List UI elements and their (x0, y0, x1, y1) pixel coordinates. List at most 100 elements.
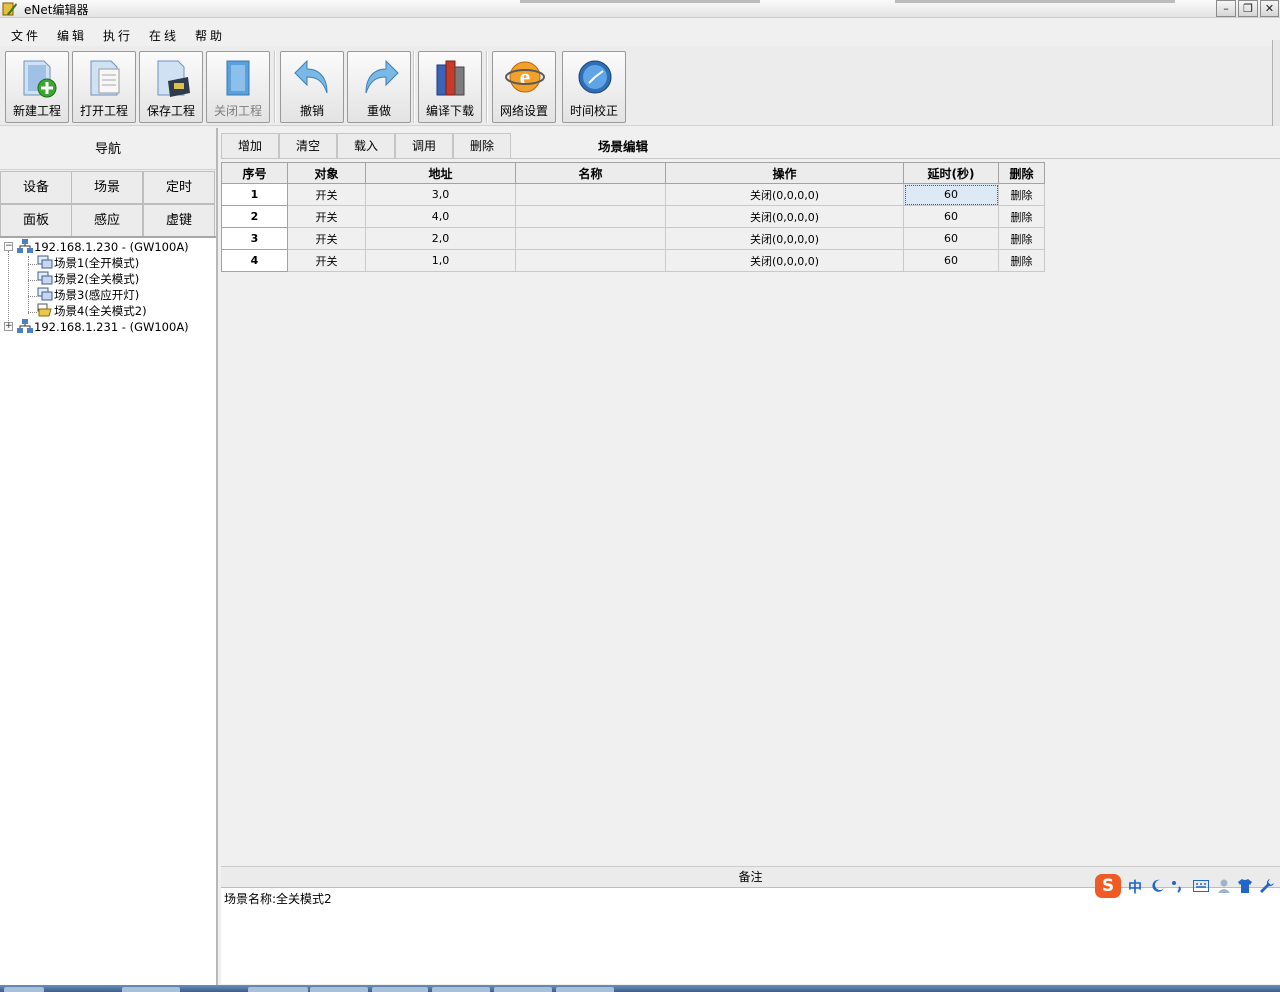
menu-help[interactable]: 帮助 (195, 27, 225, 44)
punctuation-icon[interactable] (1171, 879, 1183, 893)
delete-row-cell[interactable]: 删除 (998, 227, 1045, 250)
restore-button[interactable]: ❐ (1238, 0, 1258, 17)
minimize-button[interactable]: – (1216, 0, 1236, 17)
column-header[interactable]: 操作 (665, 162, 904, 184)
nav-panels-button[interactable]: 面板 (0, 204, 72, 237)
new-project-label: 新建工程 (12, 104, 61, 118)
compile-download-button[interactable]: 编译下载 (418, 51, 482, 123)
nav-devices-button[interactable]: 设备 (0, 171, 72, 204)
scene-icon (37, 271, 53, 285)
sogou-logo-icon[interactable]: S (1095, 874, 1121, 898)
address-cell[interactable]: 2,0 (365, 227, 516, 250)
wrench-icon[interactable] (1259, 878, 1275, 894)
moon-icon[interactable] (1151, 879, 1165, 893)
delete-row-cell[interactable]: 删除 (998, 205, 1045, 228)
name-cell[interactable] (515, 205, 666, 228)
nav-sensors-button[interactable]: 感应 (71, 204, 143, 237)
delay-cell[interactable]: 60 (903, 227, 999, 250)
save-project-label: 保存工程 (146, 104, 195, 118)
row-index[interactable]: 2 (221, 205, 288, 228)
address-cell[interactable]: 1,0 (365, 249, 516, 272)
shirt-icon[interactable] (1237, 878, 1253, 894)
operation-cell[interactable]: 关闭(0,0,0,0) (665, 249, 904, 272)
keyboard-icon[interactable] (1193, 880, 1209, 892)
time-calibrate-button[interactable]: 时间校正 (562, 51, 626, 123)
ime-mode[interactable]: 中 (1128, 877, 1142, 897)
row-index[interactable]: 4 (221, 249, 288, 272)
address-cell[interactable]: 4,0 (365, 205, 516, 228)
open-project-button[interactable]: 打开工程 (72, 51, 136, 123)
column-header[interactable]: 对象 (287, 162, 366, 184)
clear-button[interactable]: 清空 (279, 133, 337, 159)
menu-online[interactable]: 在线 (149, 27, 179, 44)
start-button[interactable] (4, 987, 44, 992)
delay-cell[interactable]: 60 (903, 183, 999, 206)
nav-scenes-button[interactable]: 场景 (71, 171, 143, 204)
object-cell[interactable]: 开关 (287, 205, 366, 228)
new-project-icon (23, 60, 57, 98)
table-row[interactable]: 3 开关 2,0 关闭(0,0,0,0) 60 删除 (221, 227, 1045, 250)
delay-cell[interactable]: 60 (903, 249, 999, 272)
taskbar-item[interactable] (494, 987, 552, 992)
object-cell[interactable]: 开关 (287, 183, 366, 206)
close-button[interactable]: ✕ (1260, 0, 1279, 17)
table-row[interactable]: 2 开关 4,0 关闭(0,0,0,0) 60 删除 (221, 205, 1045, 228)
title-highlight (895, 0, 1175, 3)
row-index[interactable]: 3 (221, 227, 288, 250)
delay-cell[interactable]: 60 (903, 205, 999, 228)
tree-scene-node[interactable]: 场景3(感应开灯) (37, 287, 139, 303)
object-cell[interactable]: 开关 (287, 249, 366, 272)
undo-button[interactable]: 撤销 (280, 51, 344, 123)
nav-timers-button[interactable]: 定时 (143, 171, 215, 204)
tree-scene-node[interactable]: 场景1(全开模式) (37, 255, 139, 271)
delete-row-cell[interactable]: 删除 (998, 183, 1045, 206)
taskbar-item[interactable] (310, 987, 368, 992)
network-settings-button[interactable]: e 网络设置 (492, 51, 556, 123)
row-index[interactable]: 1 (221, 183, 288, 206)
name-cell[interactable] (515, 227, 666, 250)
call-button[interactable]: 调用 (395, 133, 453, 159)
taskbar-item[interactable] (248, 987, 308, 992)
scene-icon (37, 287, 53, 301)
open-folder-icon (37, 303, 52, 317)
load-button[interactable]: 载入 (337, 133, 395, 159)
operation-cell[interactable]: 关闭(0,0,0,0) (665, 227, 904, 250)
tree-gateway-node[interactable]: 192.168.1.230 - (GW100A) (17, 239, 189, 255)
taskbar-item[interactable] (432, 987, 490, 992)
user-icon[interactable] (1216, 878, 1232, 894)
tree-gateway-node[interactable]: 192.168.1.231 - (GW100A) (17, 319, 189, 335)
taskbar-item[interactable] (122, 987, 180, 992)
tree-scene-node-selected[interactable]: 场景4(全关模式2) (37, 303, 147, 319)
column-header[interactable]: 序号 (221, 162, 288, 184)
column-header[interactable]: 名称 (515, 162, 666, 184)
redo-button[interactable]: 重做 (347, 51, 411, 123)
address-cell[interactable]: 3,0 (365, 183, 516, 206)
column-header[interactable]: 延时(秒) (903, 162, 999, 184)
nav-virtual-keys-button[interactable]: 虚键 (143, 204, 215, 237)
tree-scene-node[interactable]: 场景2(全关模式) (37, 271, 139, 287)
save-project-button[interactable]: 保存工程 (139, 51, 203, 123)
name-cell[interactable] (515, 249, 666, 272)
taskbar-item[interactable] (556, 987, 614, 992)
table-row[interactable]: 1 开关 3,0 关闭(0,0,0,0) 60 删除 (221, 183, 1045, 206)
object-cell[interactable]: 开关 (287, 227, 366, 250)
table-row[interactable]: 4 开关 1,0 关闭(0,0,0,0) 60 删除 (221, 249, 1045, 272)
tree-expand-toggle[interactable]: + (4, 322, 13, 331)
tree-collapse-toggle[interactable]: − (4, 242, 13, 251)
close-project-button[interactable]: 关闭工程 (206, 51, 270, 123)
name-cell[interactable] (515, 183, 666, 206)
column-header[interactable]: 删除 (998, 162, 1045, 184)
operation-cell[interactable]: 关闭(0,0,0,0) (665, 183, 904, 206)
delete-button[interactable]: 删除 (453, 133, 511, 159)
add-button[interactable]: 增加 (221, 133, 279, 159)
column-header[interactable]: 地址 (365, 162, 516, 184)
notes-textarea[interactable]: 场景名称:全关模式2 (221, 888, 1280, 984)
menu-execute[interactable]: 执行 (103, 27, 133, 44)
new-project-button[interactable]: 新建工程 (5, 51, 69, 123)
delete-row-cell[interactable]: 删除 (998, 249, 1045, 272)
operation-cell[interactable]: 关闭(0,0,0,0) (665, 205, 904, 228)
taskbar-item[interactable] (372, 987, 428, 992)
editor-title: 场景编辑 (598, 139, 649, 154)
menu-edit[interactable]: 编辑 (57, 27, 87, 44)
menu-file[interactable]: 文件 (11, 27, 41, 44)
